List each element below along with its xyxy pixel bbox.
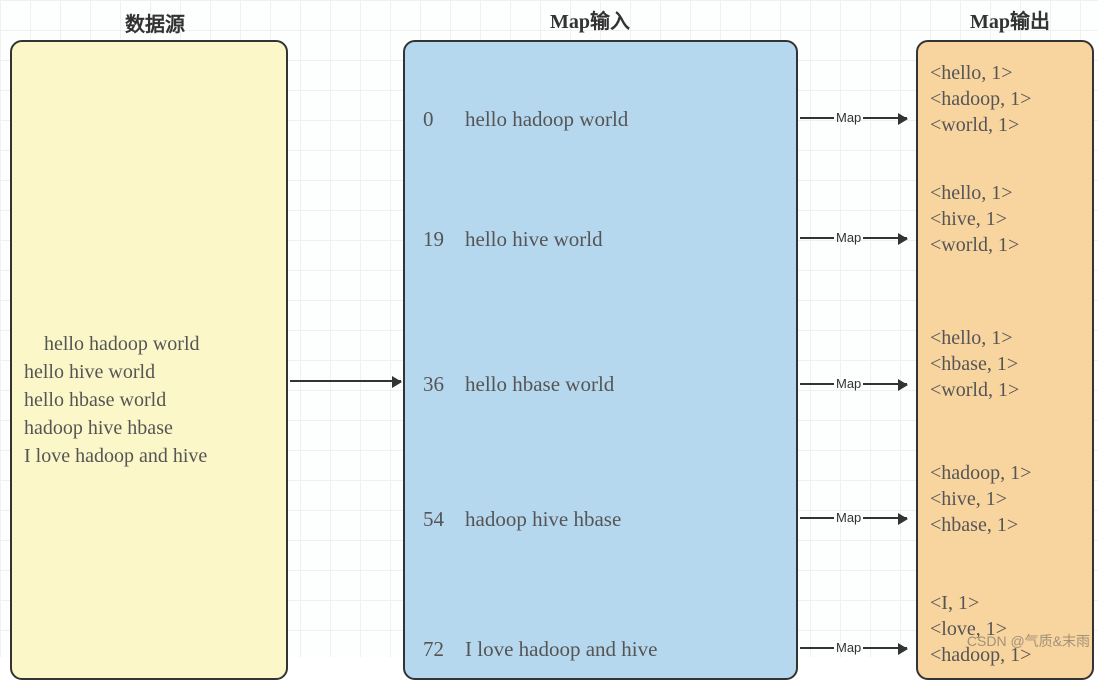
- map-input-box: 0 hello hadoop world 19 hello hive world…: [403, 40, 798, 680]
- map-output-block: <hello, 1> <hbase, 1> <world, 1>: [930, 325, 1019, 403]
- map-arrow-label: Map: [834, 640, 863, 655]
- map-input-offset: 72: [423, 637, 465, 662]
- map-output-line: <world, 1>: [930, 234, 1019, 256]
- map-input-title: Map输入: [530, 5, 650, 34]
- map-arrow: Map: [800, 510, 914, 525]
- map-output-title: Map输出: [950, 5, 1070, 34]
- map-input-offset: 19: [423, 227, 465, 252]
- map-arrow: Map: [800, 230, 914, 245]
- map-output-line: <I, 1>: [930, 592, 979, 614]
- map-output-line: <hadoop, 1>: [930, 88, 1031, 110]
- map-arrow: Map: [800, 110, 914, 125]
- map-input-text: hello hadoop world: [465, 107, 628, 132]
- source-line: hadoop hive hbase: [24, 417, 173, 439]
- map-input-row: 0 hello hadoop world: [423, 107, 786, 132]
- map-output-line: <hbase, 1>: [930, 353, 1018, 375]
- map-input-text: hadoop hive hbase: [465, 507, 621, 532]
- source-line: hello hbase world: [24, 389, 166, 411]
- map-input-offset: 0: [423, 107, 465, 132]
- watermark: CSDN @气质&末雨: [967, 631, 1090, 651]
- map-output-line: <world, 1>: [930, 379, 1019, 401]
- arrow-source-to-input: [290, 380, 401, 382]
- map-output-block: <hadoop, 1> <hive, 1> <hbase, 1>: [930, 460, 1031, 538]
- map-output-line: <hadoop, 1>: [930, 462, 1031, 484]
- map-output-line: <hello, 1>: [930, 327, 1013, 349]
- map-input-text: I love hadoop and hive: [465, 637, 657, 662]
- map-output-block: <hello, 1> <hive, 1> <world, 1>: [930, 180, 1019, 258]
- map-input-text: hello hbase world: [465, 372, 614, 397]
- map-output-block: <hello, 1> <hadoop, 1> <world, 1>: [930, 60, 1031, 138]
- map-input-offset: 54: [423, 507, 465, 532]
- map-output-line: <hive, 1>: [930, 208, 1007, 230]
- source-line: hello hive world: [24, 361, 155, 383]
- map-output-line: <hello, 1>: [930, 182, 1013, 204]
- map-input-offset: 36: [423, 372, 465, 397]
- map-input-row: 72 I love hadoop and hive: [423, 637, 786, 662]
- map-input-row: 54 hadoop hive hbase: [423, 507, 786, 532]
- map-input-row: 19 hello hive world: [423, 227, 786, 252]
- source-line: I love hadoop and hive: [24, 445, 207, 467]
- source-line: hello hadoop world: [44, 333, 200, 355]
- map-output-line: <world, 1>: [930, 114, 1019, 136]
- map-arrow-label: Map: [834, 110, 863, 125]
- source-text: hello hadoop world hello hive world hell…: [24, 302, 207, 498]
- map-output-line: <hello, 1>: [930, 62, 1013, 84]
- map-arrow: Map: [800, 376, 914, 391]
- map-arrow-label: Map: [834, 230, 863, 245]
- map-output-box: <hello, 1> <hadoop, 1> <world, 1> <hello…: [916, 40, 1094, 680]
- map-input-text: hello hive world: [465, 227, 603, 252]
- map-input-row: 36 hello hbase world: [423, 372, 786, 397]
- map-output-line: <hive, 1>: [930, 488, 1007, 510]
- map-arrow: Map: [800, 640, 914, 655]
- map-arrow-label: Map: [834, 376, 863, 391]
- source-title: 数据源: [95, 8, 215, 37]
- map-arrow-label: Map: [834, 510, 863, 525]
- source-box: hello hadoop world hello hive world hell…: [10, 40, 288, 680]
- map-output-block: <I, 1> <love, 1> <hadoop, 1>: [930, 590, 1031, 668]
- map-output-line: <hbase, 1>: [930, 514, 1018, 536]
